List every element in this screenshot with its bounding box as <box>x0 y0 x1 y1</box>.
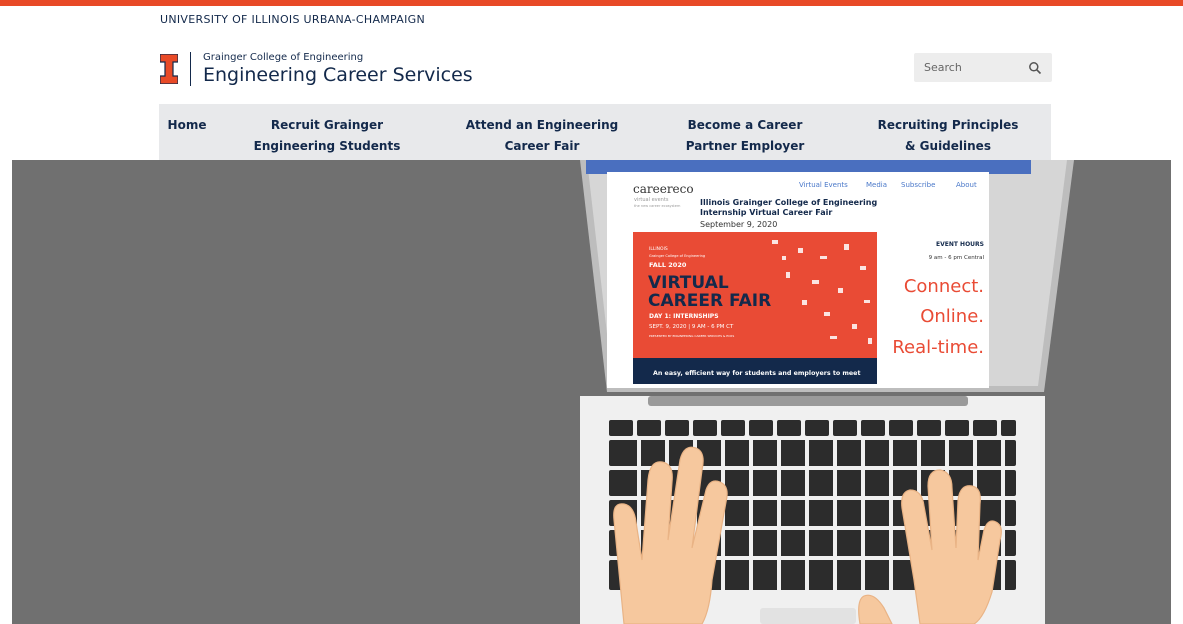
college-name: Grainger College of Engineering <box>203 52 364 63</box>
search-input[interactable] <box>924 61 1028 74</box>
slogan-realtime: Real-time. <box>892 337 984 358</box>
top-accent-bar <box>0 0 1183 6</box>
banner-illinois: ILLINOIS <box>649 246 668 252</box>
university-wordmark[interactable]: UNIVERSITY OF ILLINOIS URBANA-CHAMPAIGN <box>160 13 425 26</box>
brand-lockup[interactable]: Grainger College of Engineering Engineer… <box>160 52 473 86</box>
block-i-logo <box>160 54 178 84</box>
banner-presented: PRESENTED BY ENGINEERING CAREER SERVICES… <box>649 334 734 338</box>
banner-college: Grainger College of Engineering <box>649 254 705 258</box>
screen-event-title-1: Illinois Grainger College of Engineering <box>700 198 877 207</box>
banner-term: FALL 2020 <box>649 261 687 269</box>
careereco-logo: careereco <box>633 182 694 196</box>
careereco-tagline: virtual events <box>634 197 669 203</box>
banner-day: DAY 1: INTERNSHIPS <box>649 313 719 320</box>
department-name[interactable]: Engineering Career Services <box>203 64 473 86</box>
slogan-online: Online. <box>920 306 984 327</box>
event-hours: 9 am - 6 pm Central <box>929 255 985 261</box>
screen-event-date: September 9, 2020 <box>700 220 777 229</box>
screen-nav-about: About <box>956 181 977 189</box>
nav-item-career-fair[interactable]: Attend an Engineering Career Fair <box>439 115 645 157</box>
event-hours-label: EVENT HOURS <box>936 241 984 248</box>
screen-footer-text: An easy, efficient way for students and … <box>653 370 860 377</box>
nav-item-career-partner[interactable]: Become a Career Partner Employer <box>645 115 845 157</box>
main-nav: Home Recruit Grainger Engineering Studen… <box>159 104 1051 160</box>
screen-event-title-2: Internship Virtual Career Fair <box>700 208 832 217</box>
nav-item-recruiting-principles[interactable]: Recruiting Principles & Guidelines <box>845 115 1051 157</box>
screen-nav-subscribe: Subscribe <box>901 181 935 189</box>
brand-divider <box>190 52 191 86</box>
nav-item-recruit-students[interactable]: Recruit Grainger Engineering Students <box>215 115 439 157</box>
hero-banner: careereco virtual events the new career … <box>12 160 1171 624</box>
banner-title-1: VIRTUAL <box>648 273 729 293</box>
careereco-sub: the new career ecosystem <box>634 204 681 208</box>
brand-text: Grainger College of Engineering Engineer… <box>203 52 473 86</box>
slogan-connect: Connect. <box>904 276 984 297</box>
search-box <box>914 53 1052 82</box>
banner-title-2: CAREER FAIR <box>648 291 771 311</box>
banner-when: SEPT. 9, 2020 | 9 AM - 6 PM CT <box>649 324 734 330</box>
nav-item-home[interactable]: Home <box>159 115 215 136</box>
laptop-illustration: careereco virtual events the new career … <box>580 160 1074 624</box>
screen-nav-virtual-events: Virtual Events <box>799 181 848 189</box>
screen-nav-media: Media <box>866 181 887 189</box>
search-icon[interactable] <box>1028 61 1042 75</box>
